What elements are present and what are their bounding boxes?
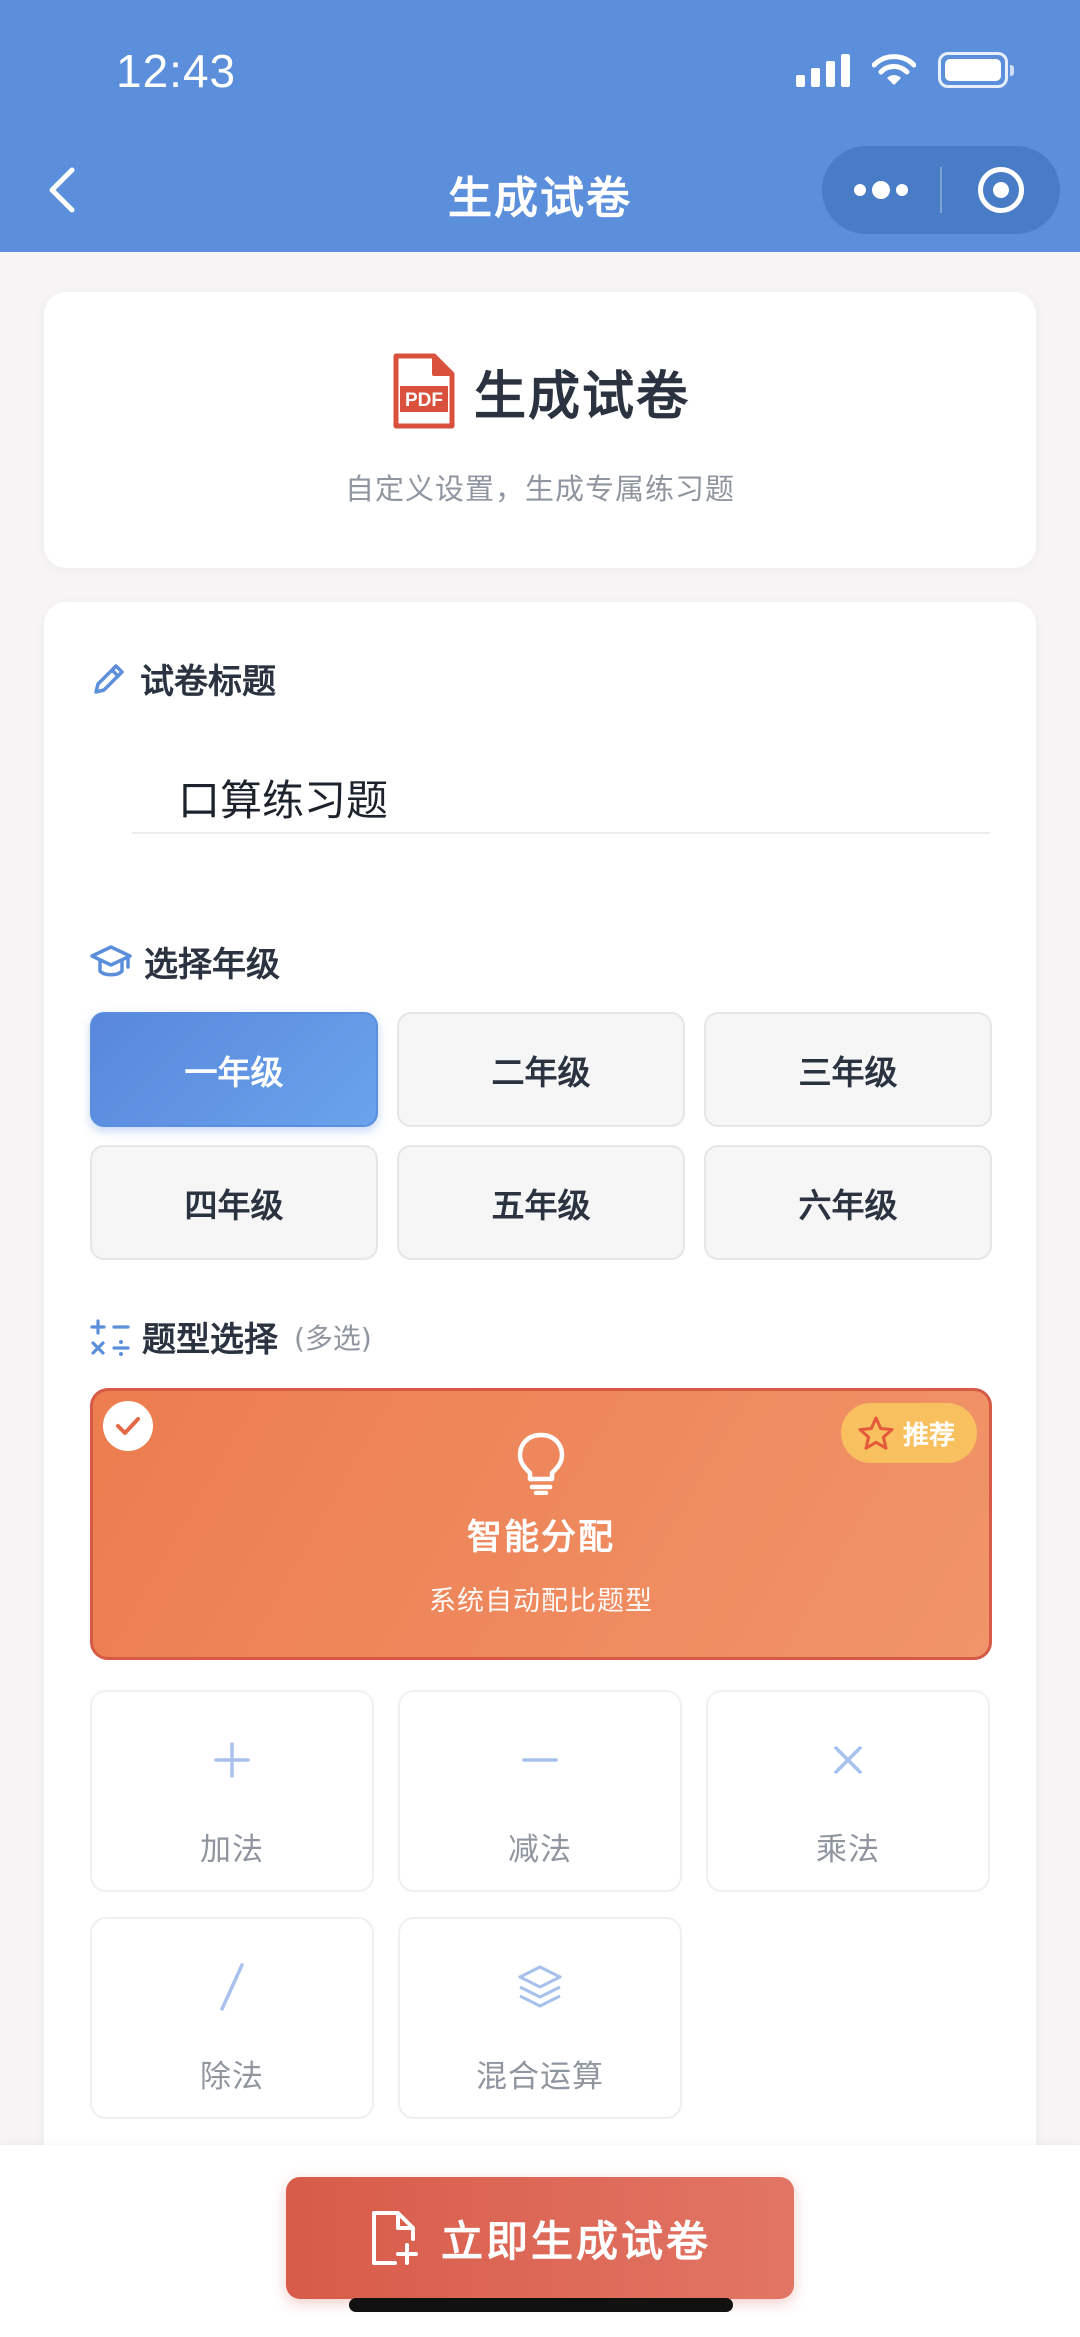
pdf-file-icon: PDF	[393, 353, 455, 429]
close-mini-program-button[interactable]	[942, 146, 1060, 234]
question-type-label: 题型选择 (多选)	[90, 1312, 372, 1361]
grade-label-text: 选择年级	[144, 945, 280, 985]
minus-icon	[400, 1732, 680, 1788]
multi-select-hint: (多选)	[294, 1321, 372, 1355]
smart-allocation-title: 智能分配	[466, 1518, 615, 1558]
paper-title-label-text: 试卷标题	[140, 662, 276, 702]
option-division[interactable]: 除法	[90, 1917, 374, 2119]
calculator-symbols-icon	[90, 1318, 130, 1356]
generate-paper-button-label: 立即生成试卷	[440, 2216, 711, 2266]
divide-icon	[92, 1959, 372, 2015]
status-icons	[796, 52, 1014, 88]
grade-option-5[interactable]: 五年级	[397, 1145, 685, 1260]
pencil-icon	[94, 663, 124, 694]
option-addition-label: 加法	[200, 1832, 264, 1868]
layers-icon	[400, 1959, 680, 2015]
mini-program-capsule	[822, 146, 1060, 234]
lightbulb-icon	[93, 1431, 989, 1495]
signal-icon	[796, 53, 850, 87]
wifi-icon	[872, 54, 916, 85]
home-indicator	[349, 2298, 733, 2312]
pdf-icon-text: PDF	[405, 390, 443, 411]
multiply-icon	[708, 1732, 988, 1788]
target-icon	[978, 167, 1024, 213]
option-mixed-operations-label: 混合运算	[476, 2059, 604, 2095]
status-time: 12:43	[116, 45, 237, 97]
hero-title-row: PDF 生成试卷	[44, 352, 1036, 430]
grade-option-4[interactable]: 四年级	[90, 1145, 378, 1260]
top-bar: 12:43 生成试卷	[0, 0, 1080, 252]
plus-icon	[92, 1732, 372, 1788]
option-mixed-operations[interactable]: 混合运算	[398, 1917, 682, 2119]
paper-title-label: 试卷标题	[90, 654, 276, 703]
option-subtraction[interactable]: 减法	[398, 1690, 682, 1892]
battery-icon	[938, 52, 1014, 88]
add-file-icon	[371, 2211, 418, 2265]
grade-option-2[interactable]: 二年级	[397, 1012, 685, 1127]
more-button[interactable]	[822, 146, 940, 234]
smart-allocation-option[interactable]: 推荐 智能分配 系统自动配比题型	[90, 1388, 992, 1660]
hero-title: 生成试卷	[473, 366, 690, 427]
more-dots-icon	[854, 181, 908, 199]
option-multiplication-label: 乘法	[816, 1832, 880, 1868]
option-subtraction-label: 减法	[508, 1832, 572, 1868]
hero-card: PDF 生成试卷 自定义设置，生成专属练习题	[44, 292, 1036, 568]
hero-subtitle: 自定义设置，生成专属练习题	[344, 472, 735, 506]
paper-title-input[interactable]	[132, 762, 990, 834]
smart-allocation-description: 系统自动配比题型	[429, 1586, 653, 1617]
grade-option-1[interactable]: 一年级	[90, 1012, 378, 1127]
option-addition[interactable]: 加法	[90, 1690, 374, 1892]
grade-option-3[interactable]: 三年级	[704, 1012, 992, 1127]
question-type-label-text: 题型选择	[142, 1320, 278, 1360]
grade-option-6[interactable]: 六年级	[704, 1145, 992, 1260]
option-multiplication[interactable]: 乘法	[706, 1690, 990, 1892]
generate-paper-button[interactable]: 立即生成试卷	[286, 2177, 794, 2299]
option-division-label: 除法	[200, 2059, 264, 2095]
graduation-cap-icon	[90, 944, 132, 976]
settings-card: 试卷标题 选择年级 一年级 二年级 三年级 四年级 五年级 六年级	[44, 602, 1036, 2202]
grade-label: 选择年级	[90, 937, 280, 986]
